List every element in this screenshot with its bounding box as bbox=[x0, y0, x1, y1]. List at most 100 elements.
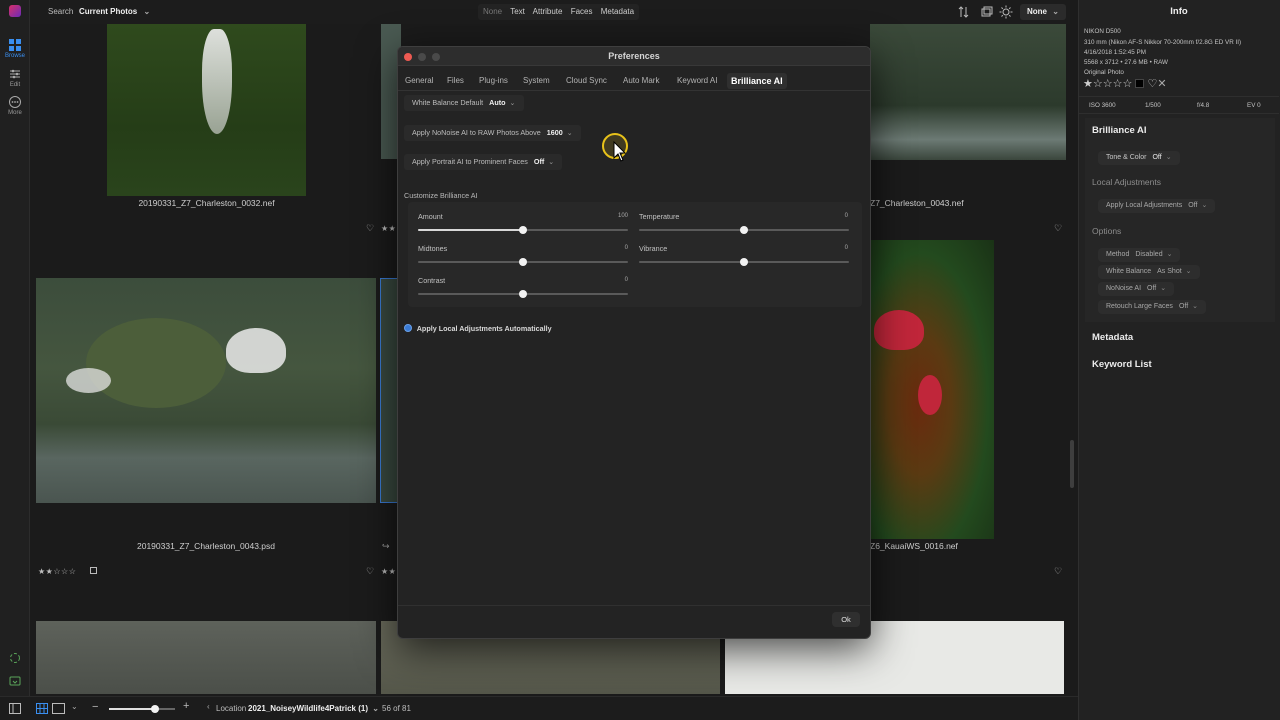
tab-general[interactable]: General bbox=[405, 73, 433, 89]
reject-icon[interactable]: ✕ bbox=[1157, 78, 1166, 90]
local-adjustments-checkbox[interactable]: Apply Local Adjustments Automatically bbox=[404, 324, 552, 333]
checkbox-checked-icon[interactable] bbox=[404, 324, 412, 332]
heart-icon[interactable]: ♡ bbox=[366, 223, 374, 234]
tree-shape bbox=[86, 318, 226, 408]
metadata-title[interactable]: Metadata bbox=[1092, 332, 1133, 343]
filter-none[interactable]: None bbox=[483, 7, 502, 16]
zoom-slider-knob[interactable] bbox=[151, 705, 160, 713]
zoom-slider-fill bbox=[109, 708, 156, 710]
vibrance-slider[interactable] bbox=[639, 258, 849, 266]
brilliance-title[interactable]: Brilliance AI bbox=[1092, 125, 1147, 136]
white-balance-dropdown[interactable]: White Balance As Shot ⌄ bbox=[1098, 265, 1200, 279]
more-label: More bbox=[8, 110, 22, 116]
stack-icon[interactable] bbox=[980, 5, 994, 19]
location-dropdown[interactable]: 2021_NoiseyWildlife4Patrick (1) ⌄ bbox=[248, 704, 379, 713]
sort-dropdown[interactable]: None ⌄ bbox=[1020, 4, 1066, 20]
tab-auto-mark[interactable]: Auto Mark bbox=[623, 73, 659, 89]
heart-icon[interactable]: ♡ bbox=[1147, 78, 1157, 90]
star-rating[interactable]: ★☆☆☆☆ ♡✕ bbox=[1083, 77, 1167, 90]
vibrance-slider-knob[interactable] bbox=[740, 258, 748, 266]
tab-files[interactable]: Files bbox=[447, 73, 464, 89]
method-dropdown[interactable]: Method Disabled ⌄ bbox=[1098, 248, 1181, 262]
zoom-in-icon[interactable]: + bbox=[183, 700, 189, 712]
amount-slider-knob[interactable] bbox=[519, 226, 527, 234]
single-view-icon[interactable] bbox=[52, 703, 65, 714]
heart-icon[interactable]: ♡ bbox=[1054, 223, 1062, 234]
photo-thumbnail[interactable] bbox=[36, 278, 376, 503]
chevron-down-icon: ⌄ bbox=[1201, 202, 1208, 209]
edit-button[interactable]: Edit bbox=[0, 67, 30, 88]
keyword-list-title[interactable]: Keyword List bbox=[1092, 359, 1152, 370]
temperature-slider[interactable] bbox=[639, 226, 849, 234]
temperature-slider-knob[interactable] bbox=[740, 226, 748, 234]
photo-caption: 20190331_Z7_Charleston_0032.nef bbox=[138, 198, 275, 208]
tone-color-label: Tone & Color bbox=[1106, 154, 1147, 161]
filter-attribute[interactable]: Attribute bbox=[533, 7, 563, 16]
photo-thumbnail[interactable] bbox=[107, 24, 306, 196]
photo-caption: Z6_KauaiWS_0016.nef bbox=[870, 541, 958, 551]
tab-brilliance-ai[interactable]: Brilliance AI bbox=[727, 73, 787, 89]
tone-color-dropdown[interactable]: Tone & Color Off ⌄ bbox=[1098, 151, 1180, 165]
photo-thumbnail[interactable] bbox=[36, 621, 376, 694]
apply-local-adjustments-dropdown[interactable]: Apply Local Adjustments Off ⌄ bbox=[1098, 199, 1216, 213]
sync-icon[interactable] bbox=[9, 652, 21, 664]
contrast-slider-knob[interactable] bbox=[519, 290, 527, 298]
color-label-icon[interactable] bbox=[1135, 79, 1145, 88]
more-button[interactable]: More bbox=[0, 95, 30, 116]
sort-icon[interactable] bbox=[957, 5, 971, 19]
photo-kind: Original Photo bbox=[1084, 69, 1124, 76]
filter-metadata[interactable]: Metadata bbox=[601, 7, 634, 16]
midtones-slider-knob[interactable] bbox=[519, 258, 527, 266]
tab-cloud-sync[interactable]: Cloud Sync bbox=[566, 73, 607, 89]
midtones-slider[interactable] bbox=[418, 258, 628, 266]
nonoise-threshold-value: 1600 bbox=[546, 128, 563, 137]
chevron-down-icon[interactable]: ⌄ bbox=[71, 702, 78, 711]
filter-text[interactable]: Text bbox=[510, 7, 525, 16]
amount-slider-fill bbox=[418, 229, 523, 231]
photo-caption: 20190331_Z7_Charleston_0043.psd bbox=[136, 541, 275, 551]
browse-button[interactable]: Browse bbox=[0, 38, 30, 59]
white-balance-default-dropdown[interactable]: White Balance Default Auto ⌄ bbox=[404, 95, 524, 111]
amount-slider[interactable] bbox=[418, 226, 628, 234]
retouch-faces-dropdown[interactable]: Retouch Large Faces Off ⌄ bbox=[1098, 300, 1207, 314]
chevron-down-icon: ⌄ bbox=[566, 128, 573, 137]
sidebar-toggle-icon[interactable] bbox=[9, 703, 21, 714]
zoom-window-button[interactable] bbox=[432, 53, 440, 61]
star-filled-icon[interactable]: ★ bbox=[1083, 78, 1093, 90]
chevron-left-icon[interactable]: ‹ bbox=[207, 702, 210, 711]
grid-view-icon[interactable] bbox=[36, 703, 48, 714]
tab-plug-ins[interactable]: Plug-ins bbox=[479, 73, 508, 89]
white-balance-value: As Shot bbox=[1157, 268, 1182, 275]
star-empty-icon[interactable]: ☆☆☆☆ bbox=[1093, 78, 1132, 90]
minimize-window-button[interactable] bbox=[418, 53, 426, 61]
panel-scrollbar[interactable] bbox=[1070, 440, 1074, 488]
photo-thumbnail[interactable] bbox=[870, 24, 1066, 160]
search-scope-dropdown[interactable]: Current Photos ⌄ bbox=[79, 7, 150, 16]
nonoise-dropdown[interactable]: NoNoise AI Off ⌄ bbox=[1098, 282, 1175, 296]
browse-label: Browse bbox=[4, 53, 25, 59]
filter-bar: None Text Attribute Faces Metadata bbox=[478, 4, 640, 20]
contrast-slider[interactable] bbox=[418, 290, 628, 298]
heart-icon[interactable]: ♡ bbox=[1054, 566, 1062, 577]
zoom-out-icon[interactable]: − bbox=[92, 701, 98, 713]
chevron-down-icon: ⌄ bbox=[509, 98, 516, 107]
nonoise-threshold-dropdown[interactable]: Apply NoNoise AI to RAW Photos Above 1600… bbox=[404, 125, 581, 141]
ok-button[interactable]: Ok bbox=[832, 612, 860, 627]
tab-system[interactable]: System bbox=[523, 73, 550, 89]
close-window-button[interactable] bbox=[404, 53, 412, 61]
midtones-label: Midtones bbox=[418, 244, 448, 253]
photo-thumbnail[interactable] bbox=[870, 240, 994, 539]
star-rating[interactable]: ★★☆☆☆ bbox=[38, 567, 76, 576]
filter-faces[interactable]: Faces bbox=[571, 7, 593, 16]
import-icon[interactable] bbox=[9, 675, 21, 687]
zoom-slider[interactable] bbox=[109, 705, 175, 713]
heart-icon[interactable]: ♡ bbox=[366, 566, 374, 577]
chevron-down-icon: ⌄ bbox=[1160, 285, 1167, 292]
flag-icon[interactable] bbox=[90, 567, 97, 574]
rooster-wattle-shape bbox=[918, 375, 942, 415]
image-dimensions: 5568 x 3712 • 27.6 MB • RAW bbox=[1084, 59, 1168, 66]
camera-model: NIKON D500 bbox=[1084, 28, 1121, 35]
brightness-icon[interactable] bbox=[999, 5, 1013, 19]
tab-keyword-ai[interactable]: Keyword AI bbox=[677, 73, 717, 89]
portrait-ai-dropdown[interactable]: Apply Portrait AI to Prominent Faces Off ⌄ bbox=[404, 154, 563, 170]
